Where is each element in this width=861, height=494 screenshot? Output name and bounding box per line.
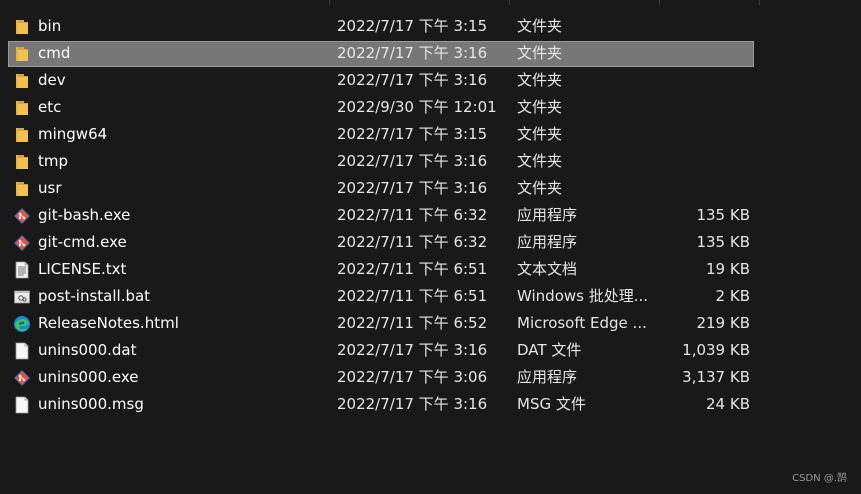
file-type: Windows 批处理... <box>517 287 649 305</box>
file-type: 文件夹 <box>517 17 563 35</box>
file-row-releasenotes-html[interactable]: ReleaseNotes.html 2022/7/11 下午 6:52 Micr… <box>0 310 861 337</box>
file-type: 文件夹 <box>517 44 563 62</box>
file-date: 2022/7/11 下午 6:51 <box>337 260 488 278</box>
file-type: 文件夹 <box>517 71 563 89</box>
file-size: 219 KB <box>696 314 750 332</box>
file-list: bin 2022/7/17 下午 3:15 文件夹 cmd 2022/7/17 … <box>0 13 861 418</box>
file-row-post-install-bat[interactable]: post-install.bat 2022/7/11 下午 6:51 Windo… <box>0 283 861 310</box>
file-row-unins000-msg[interactable]: unins000.msg 2022/7/17 下午 3:16 MSG 文件 24… <box>0 391 861 418</box>
file-type: Microsoft Edge ... <box>517 314 647 332</box>
file-row-dev[interactable]: dev 2022/7/17 下午 3:16 文件夹 <box>0 67 861 94</box>
file-row-cmd[interactable]: cmd 2022/7/17 下午 3:16 文件夹 <box>0 40 861 67</box>
file-date: 2022/7/17 下午 3:15 <box>337 17 488 35</box>
file-explorer: bin 2022/7/17 下午 3:15 文件夹 cmd 2022/7/17 … <box>0 0 861 494</box>
file-date: 2022/7/17 下午 3:16 <box>337 71 488 89</box>
file-row-unins000-exe[interactable]: unins000.exe 2022/7/17 下午 3:06 应用程序 3,13… <box>0 364 861 391</box>
file-row-license-txt[interactable]: LICENSE.txt 2022/7/11 下午 6:51 文本文档 19 KB <box>0 256 861 283</box>
file-type: 应用程序 <box>517 206 578 224</box>
folder-icon <box>13 99 31 117</box>
file-name: cmd <box>38 44 71 62</box>
file-date: 2022/7/17 下午 3:16 <box>337 179 488 197</box>
file-row-git-bash-exe[interactable]: git-bash.exe 2022/7/11 下午 6:32 应用程序 135 … <box>0 202 861 229</box>
column-divider-date[interactable] <box>329 0 330 5</box>
folder-icon <box>13 45 31 63</box>
file-date: 2022/7/17 下午 3:16 <box>337 152 488 170</box>
git-icon <box>13 234 31 252</box>
file-name: unins000.dat <box>38 341 137 359</box>
file-name: mingw64 <box>38 125 108 143</box>
git-icon <box>13 207 31 225</box>
file-row-usr[interactable]: usr 2022/7/17 下午 3:16 文件夹 <box>0 175 861 202</box>
file-type: 应用程序 <box>517 368 578 386</box>
file-row-etc[interactable]: etc 2022/9/30 下午 12:01 文件夹 <box>0 94 861 121</box>
file-row-tmp[interactable]: tmp 2022/7/17 下午 3:16 文件夹 <box>0 148 861 175</box>
file-name: dev <box>38 71 66 89</box>
file-name: etc <box>38 98 62 116</box>
folder-icon <box>13 153 31 171</box>
file-row-mingw64[interactable]: mingw64 2022/7/17 下午 3:15 文件夹 <box>0 121 861 148</box>
git-icon <box>13 369 31 387</box>
blank-file-icon <box>13 342 31 360</box>
column-divider-size[interactable] <box>659 0 660 5</box>
file-date: 2022/7/17 下午 3:06 <box>337 368 488 386</box>
file-type: 文本文档 <box>517 260 578 278</box>
file-row-git-cmd-exe[interactable]: git-cmd.exe 2022/7/11 下午 6:32 应用程序 135 K… <box>0 229 861 256</box>
file-name: tmp <box>38 152 69 170</box>
column-divider-end[interactable] <box>759 0 760 5</box>
file-type: 文件夹 <box>517 125 563 143</box>
folder-icon <box>13 72 31 90</box>
file-date: 2022/7/17 下午 3:16 <box>337 44 488 62</box>
file-name: ReleaseNotes.html <box>38 314 179 332</box>
file-size: 3,137 KB <box>682 368 750 386</box>
file-date: 2022/7/17 下午 3:15 <box>337 125 488 143</box>
file-size: 19 KB <box>706 260 750 278</box>
file-type: 应用程序 <box>517 233 578 251</box>
file-type: 文件夹 <box>517 98 563 116</box>
file-type: MSG 文件 <box>517 395 586 413</box>
file-type: 文件夹 <box>517 179 563 197</box>
file-date: 2022/7/11 下午 6:51 <box>337 287 488 305</box>
blank-file-icon <box>13 396 31 414</box>
file-date: 2022/9/30 下午 12:01 <box>337 98 497 116</box>
file-size: 1,039 KB <box>682 341 750 359</box>
file-size: 135 KB <box>696 206 750 224</box>
file-date: 2022/7/11 下午 6:52 <box>337 314 488 332</box>
watermark: CSDN @.鹄 <box>792 473 847 484</box>
file-name: bin <box>38 17 62 35</box>
file-name: unins000.msg <box>38 395 144 413</box>
file-date: 2022/7/17 下午 3:16 <box>337 395 488 413</box>
file-row-bin[interactable]: bin 2022/7/17 下午 3:15 文件夹 <box>0 13 861 40</box>
file-date: 2022/7/11 下午 6:32 <box>337 206 488 224</box>
file-name: post-install.bat <box>38 287 151 305</box>
file-date: 2022/7/11 下午 6:32 <box>337 233 488 251</box>
batch-file-icon <box>13 288 31 306</box>
file-date: 2022/7/17 下午 3:16 <box>337 341 488 359</box>
folder-icon <box>13 18 31 36</box>
file-type: 文件夹 <box>517 152 563 170</box>
file-type: DAT 文件 <box>517 341 582 359</box>
edge-icon <box>13 315 31 333</box>
folder-icon <box>13 126 31 144</box>
file-name: git-bash.exe <box>38 206 131 224</box>
file-name: usr <box>38 179 62 197</box>
file-size: 2 KB <box>715 287 750 305</box>
file-size: 24 KB <box>706 395 750 413</box>
folder-icon <box>13 180 31 198</box>
file-row-unins000-dat[interactable]: unins000.dat 2022/7/17 下午 3:16 DAT 文件 1,… <box>0 337 861 364</box>
file-size: 135 KB <box>696 233 750 251</box>
text-document-icon <box>13 261 31 279</box>
column-divider-type[interactable] <box>509 0 510 5</box>
file-name: unins000.exe <box>38 368 139 386</box>
file-name: LICENSE.txt <box>38 260 127 278</box>
file-name: git-cmd.exe <box>38 233 127 251</box>
